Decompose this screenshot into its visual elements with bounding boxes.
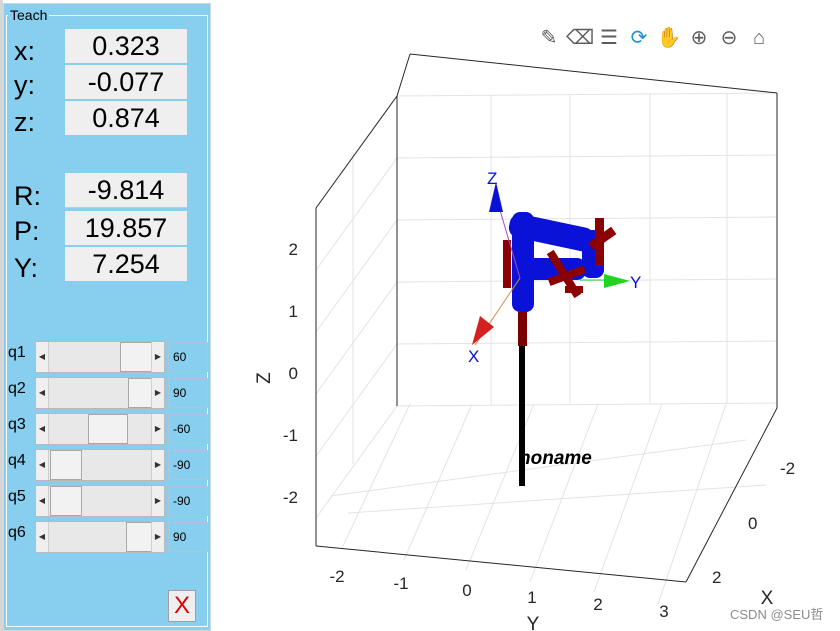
y-tick: 3 [659,602,668,621]
y-tick: -1 [393,574,408,593]
grid [315,92,778,605]
frame-y-arrow-icon [604,274,630,288]
robot-name: noname [519,448,592,469]
y-tick: 1 [527,588,536,607]
z-tick: 2 [289,240,298,259]
rotate-icon[interactable]: ⟳ [626,24,652,52]
z-tick: -1 [283,426,298,445]
joint-1 [503,240,511,288]
z-tick: -2 [283,488,298,507]
frame-y-label: Y [630,273,641,292]
z-tick: 1 [289,302,298,321]
zoom-out-icon[interactable]: ⊖ [716,24,742,52]
legend-icon[interactable]: ☰ [596,24,622,52]
y-tick: -2 [329,567,344,586]
pan-icon[interactable]: ✋ [656,24,682,52]
robot-plot[interactable]: Z X Y 2 1 0 -1 -2 -2 -1 0 1 2 3 -2 0 2 Z… [0,0,840,631]
z-axis-label: Z [254,372,275,384]
z-tick: 0 [289,364,298,383]
home-icon[interactable]: ⌂ [746,24,772,52]
x-tick: 0 [748,514,757,533]
frame-z-label: Z [487,169,497,188]
y-tick: 0 [462,581,471,600]
axis-box [315,53,778,583]
base-joint [518,312,527,346]
y-tick: 2 [593,595,602,614]
x-tick: 2 [712,568,721,587]
axes-toolbar: ✎ ⌫ ☰ ⟳ ✋ ⊕ ⊖ ⌂ [536,24,772,52]
y-axis-label: Y [527,614,540,631]
watermark: CSDN @SEU哲 [730,607,824,622]
brush-icon[interactable]: ✎ [536,24,562,52]
zoom-in-icon[interactable]: ⊕ [686,24,712,52]
joint-6 [565,286,583,293]
clear-icon[interactable]: ⌫ [566,24,594,52]
x-tick: -2 [780,459,795,478]
frame-x-label: X [468,347,479,366]
